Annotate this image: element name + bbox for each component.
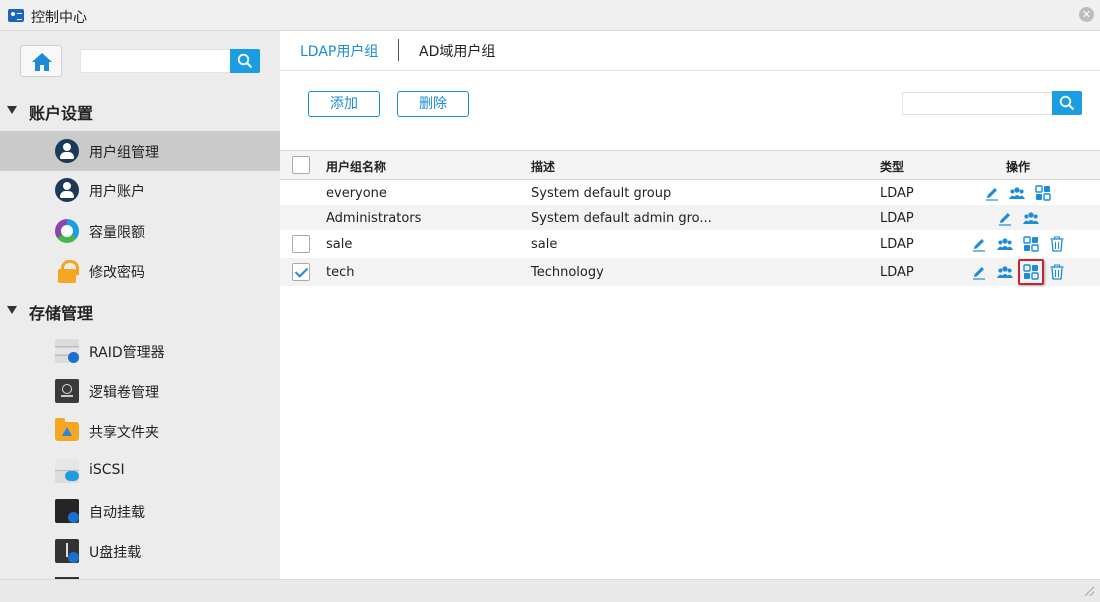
collapse-triangle-icon (7, 306, 17, 314)
usb-mount-icon (55, 539, 79, 563)
search-icon (237, 53, 253, 69)
group-name: Administrators (326, 211, 422, 226)
sidebar-item-change-password[interactable]: 修改密码 (0, 251, 280, 291)
tab-ldap-groups[interactable]: LDAP用户组 (300, 41, 378, 61)
table-row[interactable]: tech Technology LDAP (280, 258, 1100, 286)
column-header-type[interactable]: 类型 (880, 158, 904, 175)
lvm-icon (55, 379, 79, 403)
home-button[interactable] (20, 45, 62, 77)
delete-icon[interactable] (1048, 235, 1066, 253)
members-icon[interactable] (996, 263, 1014, 281)
sidebar-item-label: 用户组管理 (89, 145, 159, 161)
members-icon[interactable] (1008, 184, 1026, 202)
table-row[interactable]: Administrators System default admin gro.… (280, 205, 1100, 230)
sidebar-item-iscsi[interactable]: iSCSI (0, 451, 280, 491)
column-header-name[interactable]: 用户组名称 (326, 158, 386, 175)
iscsi-icon (55, 459, 79, 483)
sidebar-item-label: 修改密码 (89, 265, 145, 281)
sidebar-item-label: 容量限额 (89, 225, 145, 241)
section-label: 账户设置 (29, 104, 94, 123)
tab-bar: LDAP用户组 AD域用户组 (280, 31, 1100, 71)
resize-grip-icon[interactable] (1084, 586, 1094, 596)
sidebar-item-label: 自动挂载 (89, 505, 145, 521)
sidebar-item-label: iSCSI (89, 462, 125, 478)
lock-icon (55, 259, 79, 283)
group-description: System default group (531, 186, 672, 201)
group-description: sale (531, 237, 558, 252)
sidebar-item-auto-mount[interactable]: 自动挂载 (0, 491, 280, 531)
group-name: everyone (326, 186, 387, 201)
select-all-checkbox[interactable] (292, 156, 310, 174)
row-checkbox[interactable] (292, 263, 310, 281)
quota-icon (55, 219, 79, 243)
table-row[interactable]: everyone System default group LDAP (280, 180, 1100, 205)
section-label: 存储管理 (29, 304, 94, 323)
sidebar-item-label: U盘挂载 (89, 545, 142, 561)
column-header-operations: 操作 (1006, 160, 1031, 174)
sidebar-item-quota[interactable]: 容量限额 (0, 211, 280, 251)
status-bar (0, 579, 1100, 602)
group-search-button[interactable] (1052, 91, 1082, 115)
table-row[interactable]: sale sale LDAP (280, 230, 1100, 258)
edit-icon[interactable] (983, 184, 1001, 202)
sidebar-search-button[interactable] (230, 49, 260, 73)
search-icon (1059, 95, 1075, 111)
row-checkbox[interactable] (292, 235, 310, 253)
sidebar-item-label: 共享文件夹 (89, 425, 159, 441)
edit-icon[interactable] (970, 235, 988, 253)
home-icon (32, 53, 52, 71)
raid-icon (55, 339, 79, 363)
collapse-triangle-icon (7, 106, 17, 114)
tab-divider (398, 39, 399, 61)
group-search-input[interactable] (902, 92, 1052, 115)
auto-mount-icon (55, 499, 79, 523)
group-type: LDAP (880, 237, 914, 252)
sidebar: 账户设置 用户组管理 用户账户 容量限额 修改密码 存储管理 RAID管理器 逻… (0, 31, 280, 579)
control-center-app-icon (8, 9, 24, 22)
column-header-description[interactable]: 描述 (531, 158, 555, 175)
permissions-icon[interactable] (1018, 259, 1044, 285)
edit-icon[interactable] (996, 209, 1014, 227)
group-type: LDAP (880, 211, 914, 226)
group-type: LDAP (880, 186, 914, 201)
group-description: Technology (531, 265, 604, 280)
sidebar-item-shared-folders[interactable]: 共享文件夹 (0, 411, 280, 451)
sidebar-item-label: 逻辑卷管理 (89, 385, 159, 401)
sidebar-search-input[interactable] (80, 49, 230, 73)
edit-icon[interactable] (970, 263, 988, 281)
sidebar-item-user-groups[interactable]: 用户组管理 (0, 131, 280, 171)
group-type: LDAP (880, 265, 914, 280)
group-name: tech (326, 265, 355, 280)
members-icon[interactable] (996, 235, 1014, 253)
window-title: 控制中心 (31, 10, 87, 26)
members-icon[interactable] (1022, 209, 1040, 227)
permissions-icon[interactable] (1022, 235, 1040, 253)
table-header: 用户组名称 描述 类型 操作 (280, 150, 1100, 180)
sidebar-item-label: RAID管理器 (89, 345, 165, 361)
sidebar-item-user-accounts[interactable]: 用户账户 (0, 170, 280, 210)
close-icon[interactable]: ✕ (1079, 7, 1094, 22)
permissions-icon[interactable] (1034, 184, 1052, 202)
add-button[interactable]: 添加 (308, 91, 380, 117)
sidebar-item-lvm[interactable]: 逻辑卷管理 (0, 371, 280, 411)
delete-icon[interactable] (1048, 263, 1066, 281)
user-account-icon (55, 178, 79, 202)
tab-ad-groups[interactable]: AD域用户组 (419, 41, 495, 61)
section-account-settings[interactable]: 账户设置 (0, 96, 280, 126)
title-bar: 控制中心 ✕ (0, 0, 1100, 31)
sidebar-item-raid-manager[interactable]: RAID管理器 (0, 331, 280, 371)
section-storage-management[interactable]: 存储管理 (0, 296, 280, 326)
group-description: System default admin gro... (531, 211, 712, 226)
user-group-table: 用户组名称 描述 类型 操作 everyone System default g… (280, 150, 1100, 286)
shared-folder-icon (55, 418, 79, 441)
user-group-icon (55, 139, 79, 163)
group-name: sale (326, 237, 353, 252)
sidebar-item-usb-mount[interactable]: U盘挂载 (0, 531, 280, 571)
sidebar-item-label: 用户账户 (89, 184, 145, 200)
main-panel: LDAP用户组 AD域用户组 添加 删除 用户组名称 描述 类型 操作 ever… (280, 31, 1100, 579)
delete-button[interactable]: 删除 (397, 91, 469, 117)
